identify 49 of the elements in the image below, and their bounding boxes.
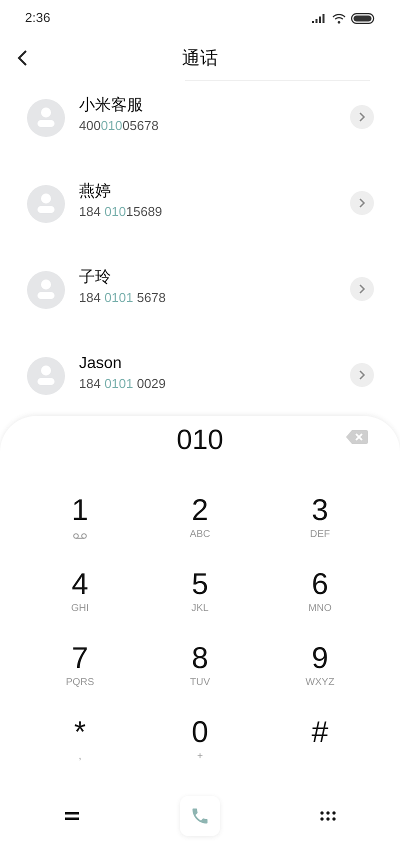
dial-key[interactable]: 7 PQRS (20, 642, 140, 716)
dial-key[interactable]: * , (20, 716, 140, 790)
dial-key[interactable]: 2 ABC (140, 494, 260, 568)
dial-key[interactable]: 3 DEF (260, 494, 380, 568)
contact-number: 184 0101 0029 (79, 375, 167, 393)
call-button[interactable] (180, 796, 220, 836)
wifi-icon (332, 12, 346, 24)
status-time: 2:36 (25, 9, 50, 28)
contact-name: Jason (79, 354, 123, 374)
details-button[interactable] (350, 191, 374, 215)
battery-icon (351, 12, 375, 24)
chevron-right-icon (358, 198, 366, 208)
details-button[interactable] (350, 277, 374, 301)
details-button[interactable] (350, 363, 374, 387)
backspace-icon (346, 430, 368, 444)
page-title: 通话 (182, 46, 218, 70)
equals-icon (65, 811, 79, 821)
chevron-right-icon (358, 112, 366, 122)
contact-name: 小米客服 (79, 96, 144, 116)
avatar-icon (26, 184, 66, 224)
contact-number: 184 01015689 (79, 203, 164, 221)
contact-name: 燕婷 (79, 182, 112, 202)
voicemail-icon (73, 533, 87, 539)
dial-key[interactable]: 0 + (140, 716, 260, 790)
contact-row[interactable]: 燕婷 184 01015689 (0, 181, 400, 235)
contact-row[interactable]: 小米客服 40001005678 (0, 95, 400, 149)
phone-icon (190, 806, 210, 826)
dialed-number: 010 (176, 423, 224, 457)
avatar-icon (26, 356, 66, 396)
contact-row[interactable]: 子玲 184 0101 5678 (0, 267, 400, 321)
dial-key[interactable]: 1 (20, 494, 140, 568)
contact-row[interactable]: Jason 184 0101 0029 (0, 353, 400, 407)
dots-grid-icon (320, 811, 336, 821)
dial-key[interactable]: # (260, 716, 380, 790)
chevron-right-icon (358, 370, 366, 380)
signal-icon (312, 13, 327, 23)
dial-key[interactable]: 8 TUV (140, 642, 260, 716)
dial-key[interactable]: 9 WXYZ (260, 642, 380, 716)
dial-key[interactable]: 6 MNO (260, 568, 380, 642)
backspace-button[interactable] (346, 430, 368, 444)
dial-key[interactable]: 4 GHI (20, 568, 140, 642)
avatar-icon (26, 270, 66, 310)
details-button[interactable] (350, 105, 374, 129)
contact-number: 40001005678 (79, 117, 160, 135)
chevron-right-icon (358, 284, 366, 294)
dial-key[interactable]: 5 JKL (140, 568, 260, 642)
contact-number: 184 0101 5678 (79, 289, 167, 307)
avatar-icon (26, 98, 66, 138)
contact-name: 子玲 (79, 268, 112, 288)
